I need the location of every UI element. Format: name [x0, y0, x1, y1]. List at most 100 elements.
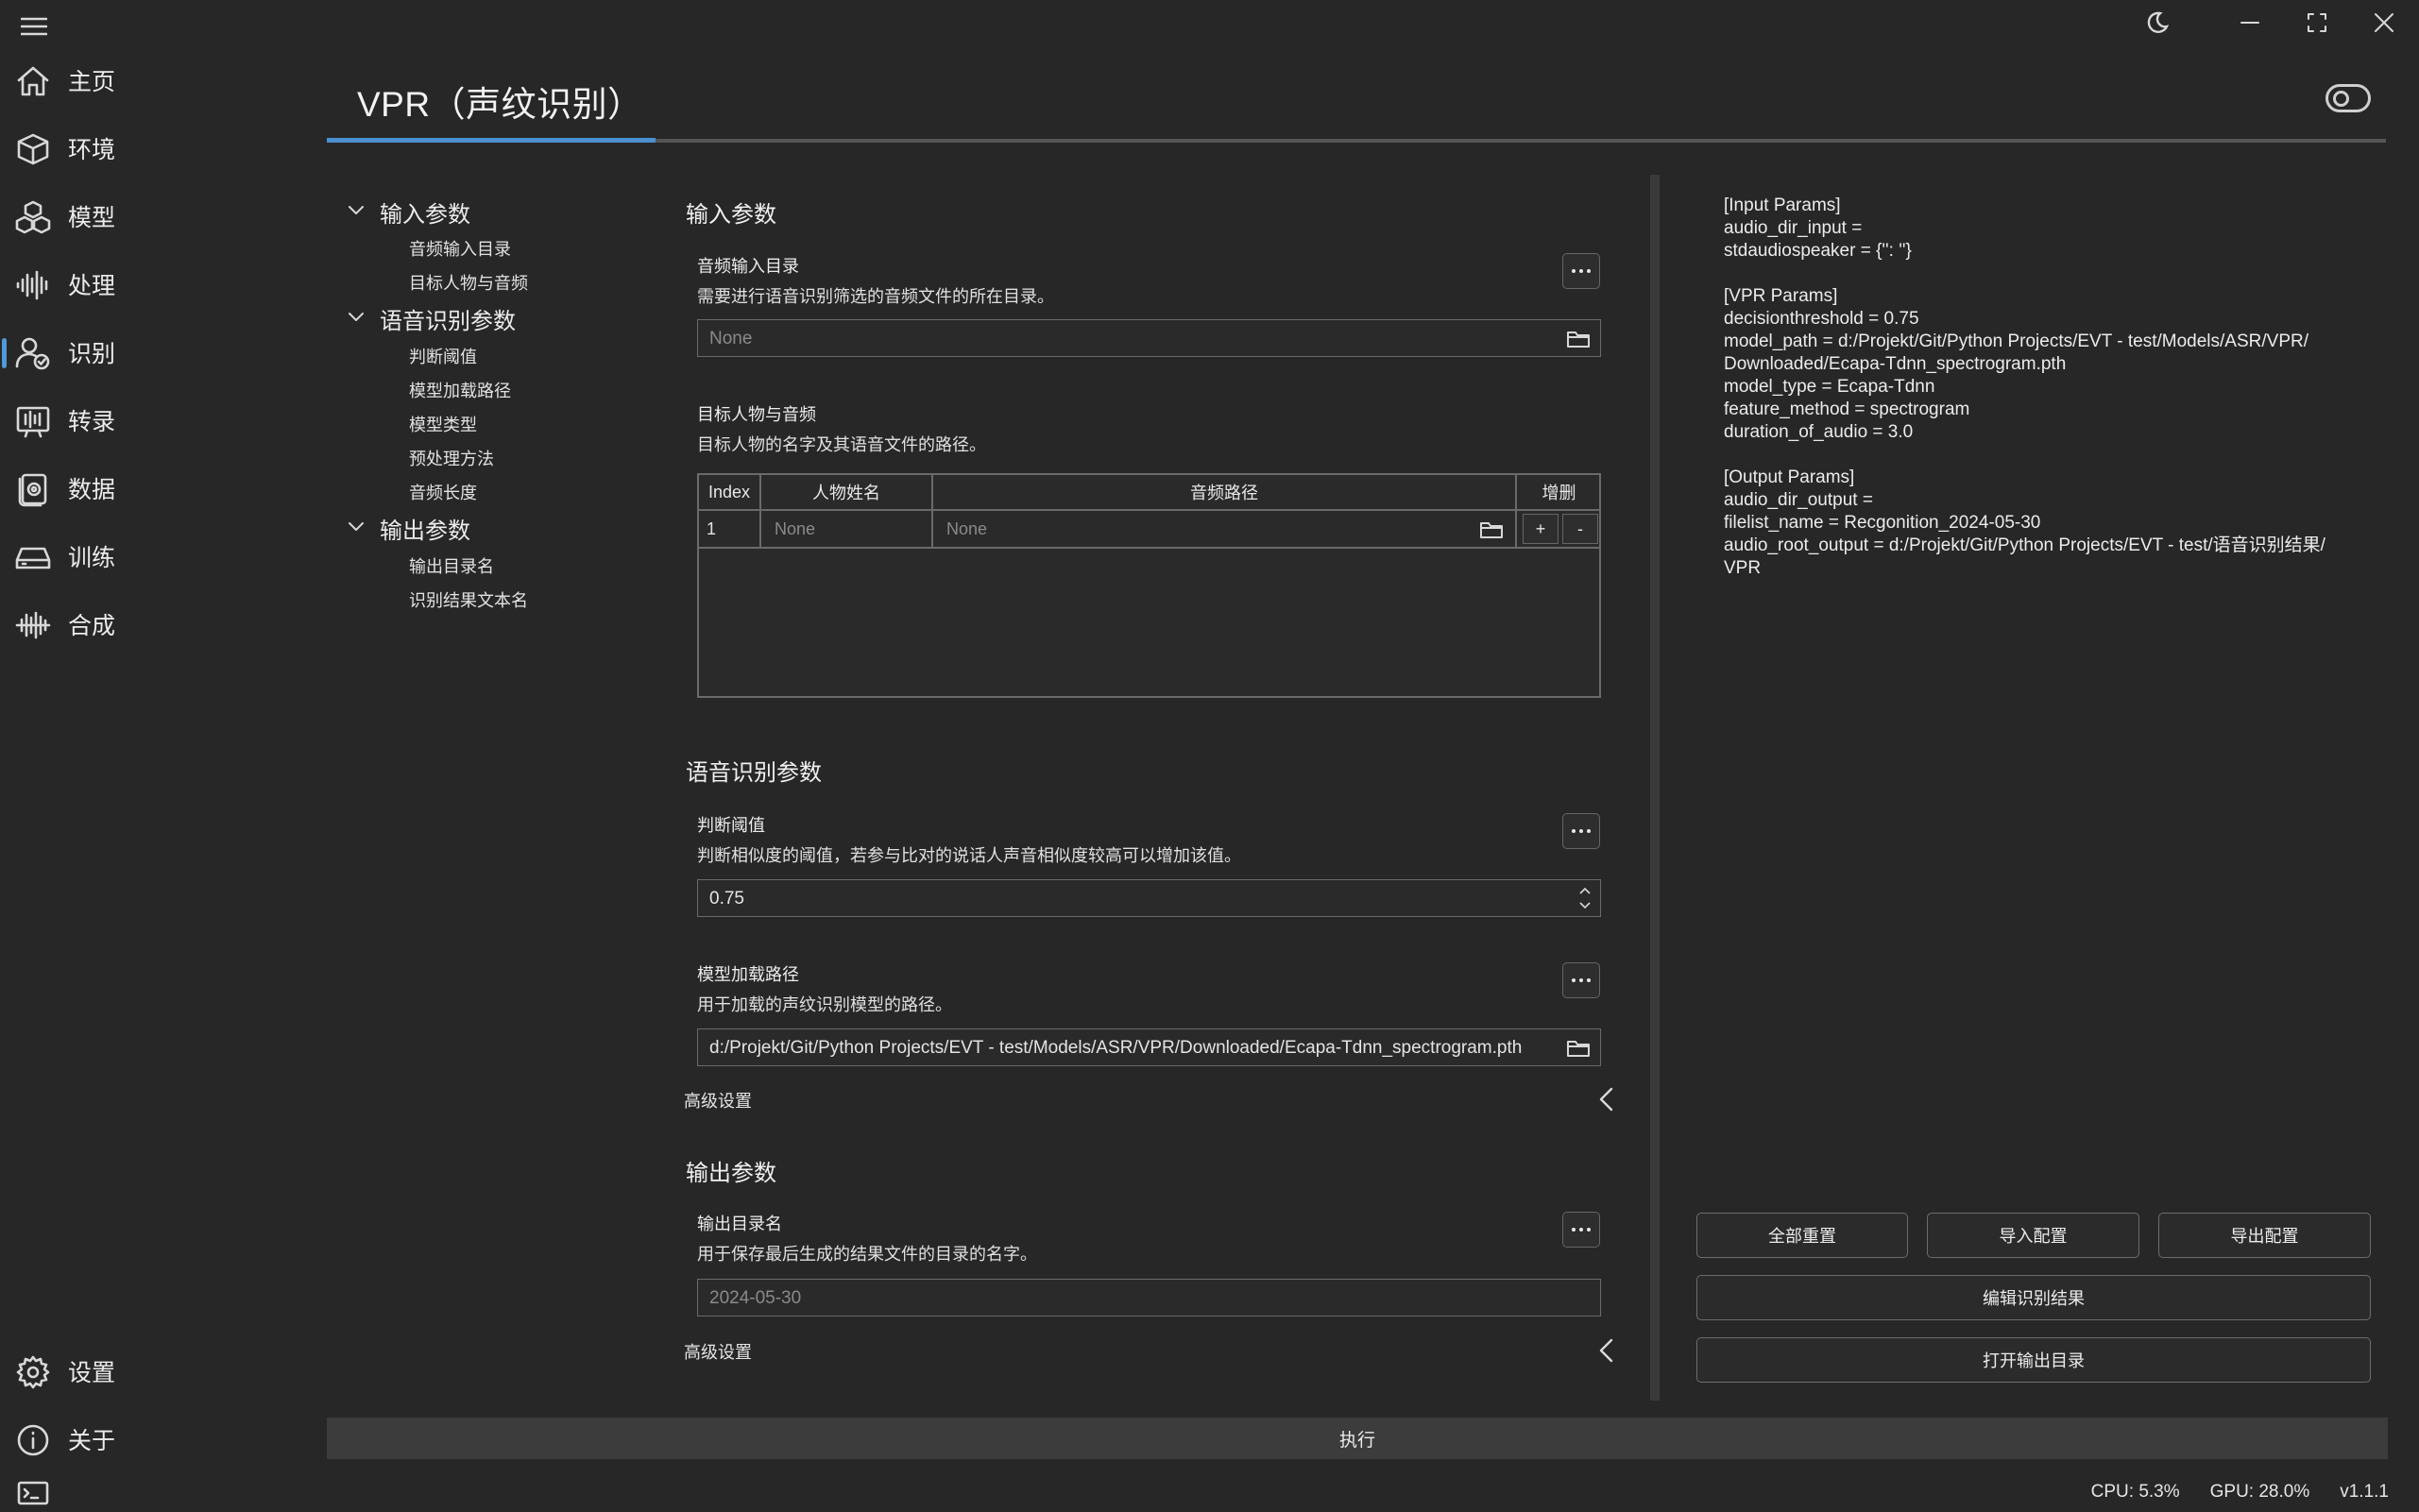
- model-path-more-button[interactable]: [1562, 962, 1600, 998]
- nav-item-transcribe[interactable]: 转录: [0, 391, 312, 450]
- nav-label-synth: 合成: [68, 613, 116, 639]
- nav-label-process: 处理: [68, 273, 116, 299]
- tree-item-threshold[interactable]: 判断阈值: [409, 344, 477, 368]
- nav-item-settings[interactable]: 设置: [0, 1342, 312, 1401]
- nav-item-synth[interactable]: 合成: [0, 595, 312, 654]
- audio-dir-more-button[interactable]: [1562, 253, 1600, 289]
- nav-item-train[interactable]: 训练: [0, 527, 312, 586]
- menu-toggle-button[interactable]: [15, 8, 53, 45]
- audio-dir-input[interactable]: None: [697, 319, 1601, 357]
- config-line: filelist_name = Recgonition_2024-05-30: [1724, 513, 2041, 533]
- field-desc-output-dir: 用于保存最后生成的结果文件的目录的名字。: [697, 1245, 1037, 1264]
- output-dir-input[interactable]: 2024-05-30: [697, 1279, 1601, 1317]
- folder-icon[interactable]: [1566, 1038, 1591, 1059]
- folder-icon[interactable]: [1566, 329, 1591, 349]
- cubes-icon: [15, 200, 51, 234]
- cpu-usage: CPU: 5.3%: [2090, 1482, 2180, 1502]
- config-line: [VPR Params]: [1724, 286, 1838, 306]
- tree-item-speaker[interactable]: 目标人物与音频: [409, 270, 528, 295]
- threshold-spinbox[interactable]: 0.75: [697, 879, 1601, 917]
- config-line: Downloaded/Ecapa-Tdnn_spectrogram.pth: [1724, 354, 2067, 374]
- table-cell-index: 1: [699, 511, 761, 549]
- cell-value: None: [775, 519, 816, 538]
- tree-group-label: 输入参数: [380, 202, 470, 228]
- remove-row-button[interactable]: -: [1562, 514, 1598, 544]
- panel-toggle-switch[interactable]: [2325, 84, 2371, 112]
- hamburger-icon: [21, 17, 47, 36]
- nav-label-settings: 设置: [68, 1360, 116, 1386]
- nav-item-recognize[interactable]: 识别: [0, 323, 312, 382]
- gpu-usage: GPU: 28.0%: [2209, 1482, 2310, 1502]
- tree-item-output-dir[interactable]: 输出目录名: [409, 553, 494, 578]
- field-title-model-path: 模型加载路径: [697, 965, 799, 984]
- config-line: stdaudiospeaker = {'': ''}: [1724, 241, 1912, 261]
- output-dir-placeholder: 2024-05-30: [709, 1288, 802, 1308]
- field-desc-model-path: 用于加载的声纹识别模型的路径。: [697, 995, 952, 1014]
- audio-dir-placeholder: None: [709, 329, 753, 348]
- output-dir-more-button[interactable]: [1562, 1212, 1600, 1248]
- nav-item-process[interactable]: 处理: [0, 255, 312, 314]
- model-path-input[interactable]: d:/Projekt/Git/Python Projects/EVT - tes…: [697, 1028, 1601, 1066]
- config-line: VPR: [1724, 558, 1762, 578]
- cell-value: None: [946, 519, 988, 538]
- table-cell-path[interactable]: None: [933, 511, 1517, 549]
- active-indicator: [2, 338, 7, 368]
- cell-value: 1: [707, 519, 717, 538]
- export-config-button[interactable]: 导出配置: [2158, 1213, 2371, 1258]
- home-icon: [17, 66, 49, 96]
- advanced-settings-vpr[interactable]: 高级设置: [684, 1082, 1619, 1116]
- database-icon: [18, 473, 47, 507]
- table-header-path: 音频路径: [933, 475, 1517, 511]
- field-title-speaker: 目标人物与音频: [697, 405, 816, 424]
- tree-item-model-path[interactable]: 模型加载路径: [409, 378, 511, 402]
- tree-item-audio-dir[interactable]: 音频输入目录: [409, 236, 511, 261]
- nav-item-env[interactable]: 环境: [0, 119, 312, 178]
- tree-item-model-type[interactable]: 模型类型: [409, 412, 477, 436]
- nav-item-home[interactable]: 主页: [0, 51, 312, 110]
- reset-all-button[interactable]: 全部重置: [1696, 1213, 1908, 1258]
- nav-item-model[interactable]: 模型: [0, 187, 312, 246]
- chevron-down-icon: [349, 313, 364, 321]
- terminal-icon[interactable]: [17, 1481, 49, 1505]
- config-line: [1724, 263, 2366, 285]
- maximize-icon: [2308, 13, 2326, 32]
- config-line: feature_method = spectrogram: [1724, 399, 1970, 419]
- table-cell-name[interactable]: None: [761, 511, 933, 549]
- model-path-value: d:/Projekt/Git/Python Projects/EVT - tes…: [709, 1038, 1523, 1058]
- nav-item-data[interactable]: 数据: [0, 459, 312, 518]
- config-line: audio_dir_output =: [1724, 490, 1873, 510]
- add-row-button[interactable]: +: [1523, 514, 1559, 544]
- execute-button[interactable]: 执行: [327, 1418, 2388, 1459]
- maximize-button[interactable]: [2296, 4, 2338, 42]
- nav-item-about[interactable]: 关于: [0, 1410, 312, 1469]
- spin-arrows-icon[interactable]: [1577, 884, 1593, 912]
- tree-item-result-name[interactable]: 识别结果文本名: [409, 587, 528, 612]
- info-icon: [17, 1424, 49, 1456]
- section-title-output: 输出参数: [686, 1161, 776, 1186]
- table-header-ops: 增删: [1517, 475, 1601, 511]
- import-config-button[interactable]: 导入配置: [1927, 1213, 2139, 1258]
- moon-icon: [2147, 11, 2170, 33]
- waveform-icon: [16, 270, 48, 300]
- table-header-name: 人物姓名: [761, 475, 933, 511]
- open-output-dir-button[interactable]: 打开输出目录: [1696, 1337, 2371, 1383]
- minimize-icon: [2240, 22, 2259, 24]
- minimize-button[interactable]: [2229, 4, 2271, 42]
- tree-group-label: 输出参数: [380, 518, 470, 544]
- folder-icon[interactable]: [1479, 519, 1504, 540]
- tree-item-duration[interactable]: 音频长度: [409, 480, 477, 504]
- config-line: audio_dir_input =: [1724, 218, 1863, 238]
- cube-icon: [17, 133, 49, 165]
- edit-result-button[interactable]: 编辑识别结果: [1696, 1275, 2371, 1320]
- close-button[interactable]: [2363, 4, 2405, 42]
- theme-moon-button[interactable]: [2137, 4, 2178, 42]
- scroll-divider[interactable]: [1650, 175, 1660, 1401]
- tree-group-label: 语音识别参数: [380, 309, 516, 334]
- config-line: model_type = Ecapa-Tdnn: [1724, 377, 1935, 397]
- tree-item-preprocess[interactable]: 预处理方法: [409, 446, 494, 470]
- threshold-more-button[interactable]: [1562, 813, 1600, 849]
- status-bar: CPU: 5.3% GPU: 28.0% v1.1.1: [2091, 1482, 2389, 1503]
- chevron-down-icon: [349, 206, 364, 214]
- advanced-settings-output[interactable]: 高级设置: [684, 1334, 1619, 1368]
- drive-icon: [15, 547, 51, 569]
